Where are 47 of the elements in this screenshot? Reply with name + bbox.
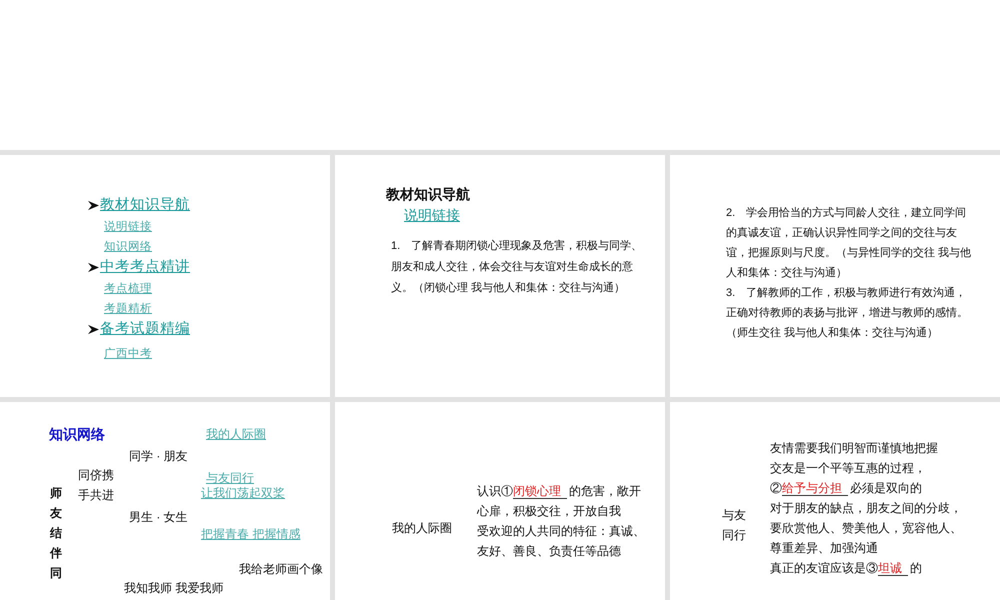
note-line: 对于朋友的缺点，朋友之间的分歧， bbox=[770, 500, 962, 517]
menu-sub-link[interactable]: 知识网络 bbox=[104, 240, 152, 253]
menu-sub-link[interactable]: 广西中考 bbox=[104, 348, 152, 360]
link-text[interactable]: 说明链接 bbox=[404, 204, 460, 226]
slide-thumbnail[interactable]: 教材知识导航 说明链接 1. 了解青春期闭锁心理现象及危害，积极与同学、朋友和成人交往，体会交往与友谊对生命成长的意义。（闭锁心理 我与他人和集体：交往与沟通） bbox=[335, 155, 665, 397]
note-line: 要欣赏他人、赞美他人，宽容他人、 bbox=[770, 520, 962, 537]
answer-text: 坦诚 bbox=[878, 561, 908, 576]
slide-thumbnail[interactable]: 知识网络 我的人际圈 同学 · 朋友 同侪携 手共进 与友同行 师友结伴同 让我们荡起双桨 男生 · 女生 把握青春 把握情感 我给老师画个像 我知我师 我爱我师 bbox=[0, 402, 330, 600]
note-line: 友好、善良、负责任等品德 bbox=[477, 543, 621, 560]
link-text[interactable]: 我的人际圈 bbox=[206, 424, 266, 444]
section-title: 知识网络 bbox=[49, 425, 105, 444]
side-label: 我的人际圈 bbox=[392, 520, 452, 537]
menu-sub-link[interactable]: 考点梳理 bbox=[104, 282, 152, 294]
note-line: 真正的友谊应该是③坦诚 的 bbox=[770, 560, 922, 578]
slide-thumbnail[interactable]: 教材知识导航 说明链接 知识网络 中考考点精讲 考点梳理 考题精析 备考试题精编 广西中考 bbox=[0, 155, 330, 397]
paragraph: 2. 学会用恰当的方式与同龄人交往，建立同学间的真诚友谊，正确认识异性同学之间的交往与友谊，把握原则与尺度。（与异性同学的交往 我与他人和集体：交往与沟通） bbox=[726, 206, 972, 281]
slide-thumbnail[interactable]: 我的人际圈 认识①闭锁心理 的危害，敞开 心扉，积极交往，开放自我 受欢迎的人共同的特征：真诚、 友好、善良、负责任等品德 bbox=[335, 402, 665, 600]
topic-label: 同学 · 朋友 bbox=[129, 448, 188, 465]
slide-thumbnail[interactable]: 与友 同行 友情需要我们明智而谨慎地把握 交友是一个平等互惠的过程， ②给予与分担 必须是双向的 对于朋友的缺点，朋友之间的分歧， 要欣赏他人、赞美他人，宽容他人、 尊重差异、加强沟通 真正的友谊应该是③坦诚 的 bbox=[670, 402, 1000, 600]
paragraph: 1. 了解青春期闭锁心理现象及危害，积极与同学、朋友和成人交往，体会交往与友谊对生命成长的意义。（闭锁心理 我与他人和集体：交往与沟通） bbox=[391, 238, 644, 296]
link-text[interactable]: 把握青春 把握情感 bbox=[201, 524, 300, 544]
note-label: 我给老师画个像 bbox=[239, 561, 323, 578]
arrow-bullet-icon bbox=[88, 324, 99, 335]
menu-heading-link[interactable]: 教材知识导航 bbox=[100, 195, 190, 217]
slide-title: 教材知识导航 bbox=[386, 186, 471, 203]
slide-thumbnail[interactable]: 2. 学会用恰当的方式与同龄人交往，建立同学间的真诚友谊，正确认识异性同学之间的交往与友谊，把握原则与尺度。（与异性同学的交往 我与他人和集体：交往与沟通） 3. 了解教师的工作，积极与教师进行有效沟通，正确对待教师的表扬与批评，增进与教师的感情。（师生交往 我与他人和集体：交往与沟通） bbox=[670, 155, 1000, 397]
topic-label: 男生 · 女生 bbox=[129, 509, 188, 526]
branch-label: 同侪携 手共进 bbox=[78, 467, 114, 504]
topic-label: 我知我师 我爱我师 bbox=[124, 580, 224, 597]
note-line: 认识①闭锁心理 的危害，敞开 bbox=[477, 483, 641, 501]
note-line: 受欢迎的人共同的特征：真诚、 bbox=[477, 523, 645, 540]
menu-sub-link[interactable]: 考题精析 bbox=[104, 302, 152, 314]
answer-text: 闭锁心理 bbox=[513, 484, 567, 499]
note-line: 交友是一个平等互惠的过程， bbox=[770, 460, 926, 477]
note-line: 友情需要我们明智而谨慎地把握 bbox=[770, 440, 938, 457]
menu-heading-link[interactable]: 中考考点精讲 bbox=[100, 256, 190, 278]
paragraph: 3. 了解教师的工作，积极与教师进行有效沟通，正确对待教师的表扬与批评，增进与教师的感情。（师生交往 我与他人和集体：交往与沟通） bbox=[726, 286, 969, 341]
menu-sub-link[interactable]: 说明链接 bbox=[104, 220, 152, 233]
side-label: 与友 同行 bbox=[722, 507, 746, 544]
arrow-bullet-icon bbox=[88, 200, 99, 212]
answer-text: 给予与分担 bbox=[782, 481, 848, 496]
vertical-label: 师友结伴同 bbox=[50, 485, 62, 582]
note-line: ②给予与分担 必须是双向的 bbox=[770, 480, 922, 498]
arrow-bullet-icon bbox=[88, 262, 99, 274]
note-line: 心扉，积极交往，开放自我 bbox=[477, 503, 621, 520]
note-line: 尊重差异、加强沟通 bbox=[770, 540, 878, 557]
menu-heading-link[interactable]: 备考试题精编 bbox=[100, 318, 190, 340]
